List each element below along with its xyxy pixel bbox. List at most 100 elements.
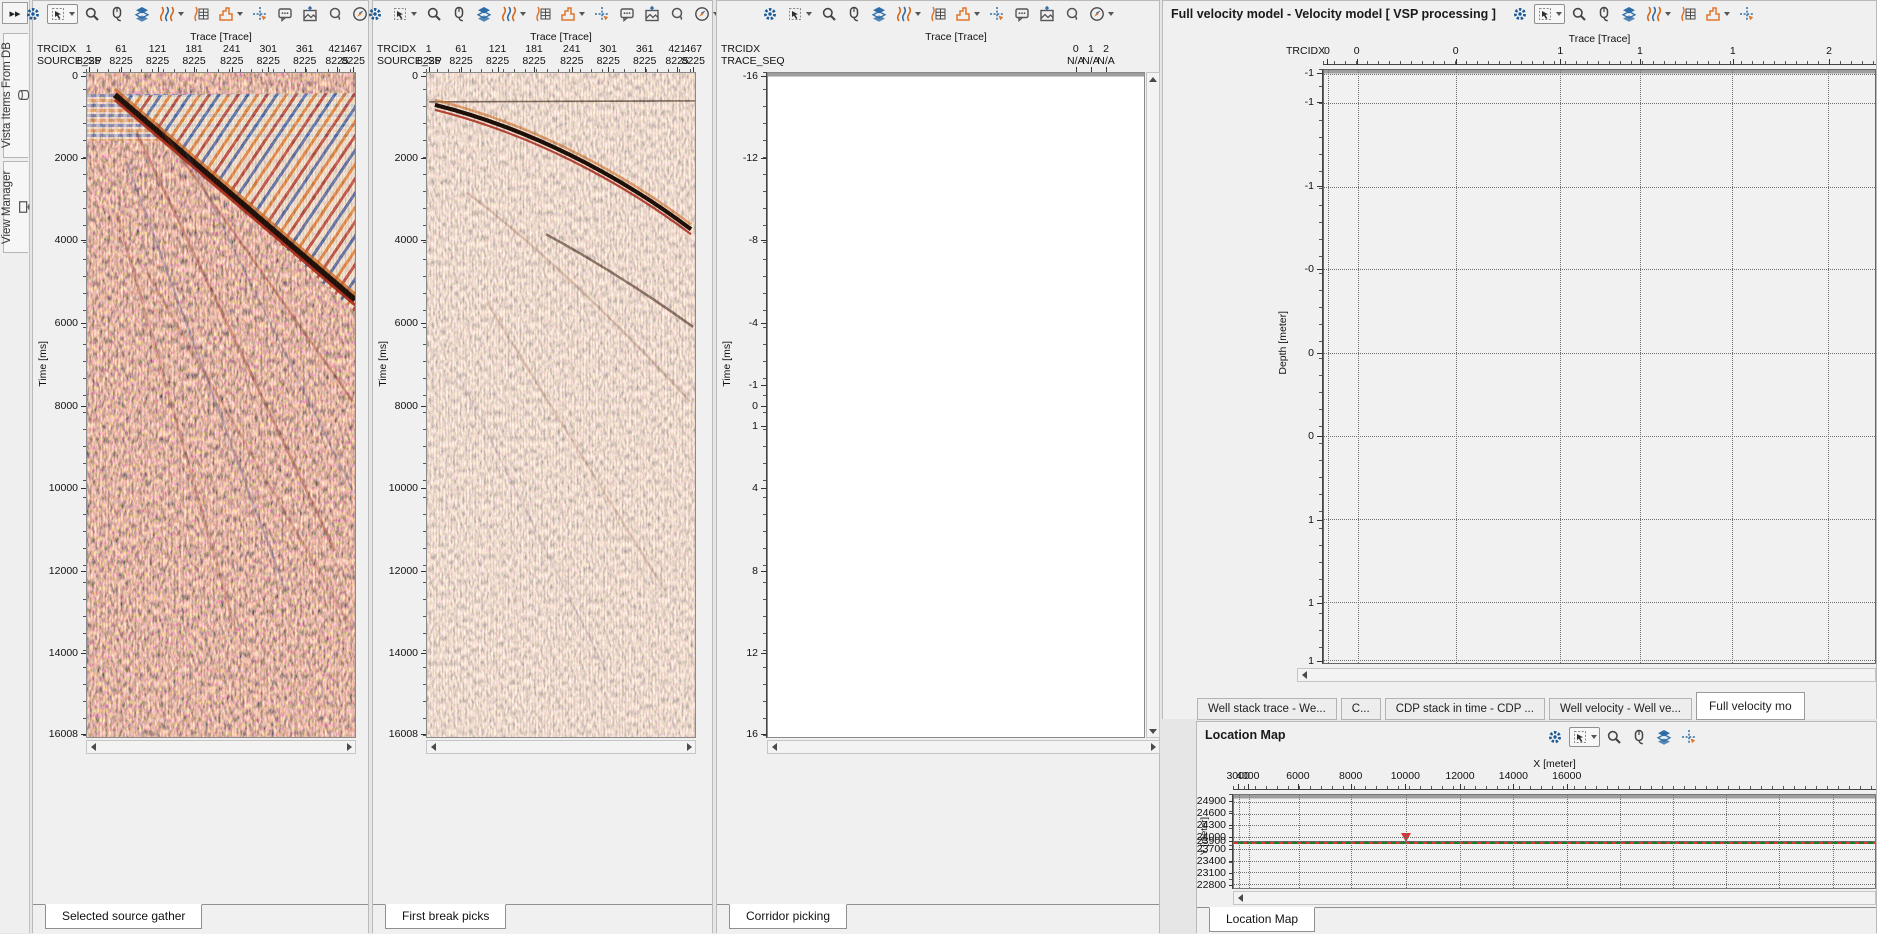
wiggle-options-button[interactable] — [893, 4, 924, 24]
mouse-tools-button[interactable] — [448, 4, 470, 24]
select-mode-button[interactable] — [1534, 4, 1565, 24]
header-plot-button[interactable] — [532, 4, 554, 24]
location-map-h-scrollbar[interactable] — [1233, 891, 1876, 905]
velocity-model-display[interactable] — [1323, 69, 1876, 664]
magnify-icon — [821, 6, 837, 22]
navigate-button[interactable] — [1086, 4, 1117, 24]
header-plot-button[interactable] — [190, 4, 212, 24]
scroll-down-button[interactable] — [1147, 725, 1159, 737]
view-tab-well-stack-trace-we[interactable]: Well stack trace - We... — [1197, 698, 1337, 720]
sidebar-tab-vista-items[interactable]: Vista Items From DB — [3, 33, 28, 158]
mouse-tools-button[interactable] — [106, 4, 128, 24]
tick-label: 14000 — [1499, 770, 1528, 782]
pick-cursor-button[interactable] — [1678, 727, 1700, 747]
tick-label: -1 — [1305, 96, 1314, 108]
scroll-up-button[interactable] — [1147, 73, 1159, 85]
settings-button[interactable] — [22, 4, 44, 24]
velocity-view-tabstrip: Well stack trace - We...C...CDP stack in… — [1197, 695, 1805, 720]
layers-button[interactable] — [1653, 727, 1675, 747]
magnify-button[interactable] — [818, 4, 840, 24]
magnify-button[interactable] — [81, 4, 103, 24]
location-map-display[interactable] — [1233, 794, 1876, 889]
pick-cursor-button[interactable] — [1736, 4, 1758, 24]
magnify-button[interactable] — [1568, 4, 1590, 24]
layers-button[interactable] — [131, 4, 153, 24]
wiggle-options-button[interactable] — [156, 4, 187, 24]
histogram-button[interactable] — [215, 4, 246, 24]
settings-button[interactable] — [364, 4, 386, 24]
sidebar-tab-view-manager[interactable]: View Manager — [3, 161, 28, 253]
annotate-button[interactable] — [1011, 4, 1033, 24]
panel2-h-scrollbar[interactable] — [426, 740, 696, 754]
layers-button[interactable] — [473, 4, 495, 24]
scroll-right-button[interactable] — [1147, 741, 1159, 753]
histogram-button[interactable] — [557, 4, 588, 24]
mouse-tools-button[interactable] — [1628, 727, 1650, 747]
settings-button[interactable] — [759, 4, 781, 24]
export-image-button[interactable] — [1036, 4, 1058, 24]
mouse-tools-button[interactable] — [1593, 4, 1615, 24]
tick-label: 361 — [296, 43, 314, 55]
panel1-h-scrollbar[interactable] — [86, 740, 356, 754]
plot-top-band — [768, 73, 1144, 77]
histogram-button[interactable] — [1702, 4, 1733, 24]
magnify-button[interactable] — [423, 4, 445, 24]
annotate-button[interactable] — [274, 4, 296, 24]
corridor-picking-display[interactable] — [767, 72, 1145, 738]
tab-corridor-picking[interactable]: Corridor picking — [729, 904, 847, 929]
panel3-v-scrollbar[interactable] — [1146, 72, 1160, 738]
tab-selected-source-gather[interactable]: Selected source gather — [45, 904, 202, 929]
magnify-button[interactable] — [1603, 727, 1625, 747]
export-image-button[interactable] — [641, 4, 663, 24]
select-mode-button[interactable] — [47, 4, 78, 24]
annotate-button[interactable] — [616, 4, 638, 24]
view-tab-c[interactable]: C... — [1341, 698, 1381, 720]
pick-cursor-button[interactable] — [591, 4, 613, 24]
scroll-right-button[interactable] — [343, 741, 355, 753]
view-tab-full-velocity-mo[interactable]: Full velocity mo — [1696, 692, 1805, 720]
locate-button[interactable] — [666, 4, 688, 24]
trace-axis-title: Trace [Trace] — [767, 31, 1145, 43]
wiggle-options-button[interactable] — [1643, 4, 1674, 24]
tick-label: 241 — [563, 43, 581, 55]
panel4-h-scrollbar[interactable] — [1297, 668, 1876, 682]
seismic-display-first-breaks[interactable] — [426, 72, 696, 738]
panel3-h-scrollbar[interactable] — [767, 740, 1160, 754]
mouse-tools-button[interactable] — [843, 4, 865, 24]
layers-button[interactable] — [1618, 4, 1640, 24]
gridline — [1234, 872, 1875, 873]
tab-first-break-picks[interactable]: First break picks — [385, 904, 506, 929]
tick-label: 1 — [752, 420, 758, 432]
scroll-left-button[interactable] — [87, 741, 99, 753]
header-plot-icon — [193, 6, 209, 22]
view-tab-cdp-stack-in-time-cdp[interactable]: CDP stack in time - CDP ... — [1385, 698, 1545, 720]
scroll-left-button[interactable] — [1234, 892, 1246, 904]
scroll-left-button[interactable] — [768, 741, 780, 753]
settings-button[interactable] — [1509, 4, 1531, 24]
select-mode-button[interactable] — [1569, 727, 1600, 747]
pick-cursor-button[interactable] — [249, 4, 271, 24]
histogram-button[interactable] — [952, 4, 983, 24]
select-mode-button[interactable] — [389, 4, 420, 24]
layers-button[interactable] — [868, 4, 890, 24]
locate-button[interactable] — [324, 4, 346, 24]
panel-first-break-picks: Trace [Trace] TRCIDX 1611211812413013614… — [372, 0, 713, 933]
wiggle-options-button[interactable] — [498, 4, 529, 24]
export-image-button[interactable] — [299, 4, 321, 24]
select-mode-button[interactable] — [784, 4, 815, 24]
settings-button[interactable] — [1544, 727, 1566, 747]
x-ruler: 300040006000800010000120001400016000 — [1233, 784, 1876, 790]
panel2-tabstrip: First break picks — [373, 904, 712, 934]
header-plot-button[interactable] — [1677, 4, 1699, 24]
scroll-right-button[interactable] — [683, 741, 695, 753]
header-plot-button[interactable] — [927, 4, 949, 24]
panel4-toolbar: Full velocity model - Velocity model [ V… — [1163, 1, 1876, 27]
view-tab-well-velocity-well-ve[interactable]: Well velocity - Well ve... — [1549, 698, 1692, 720]
locate-button[interactable] — [1061, 4, 1083, 24]
tab-location-map[interactable]: Location Map — [1209, 907, 1315, 932]
pick-cursor-button[interactable] — [986, 4, 1008, 24]
seismic-display-source-gather[interactable] — [86, 72, 356, 738]
tick-label: 241 — [223, 43, 241, 55]
scroll-left-button[interactable] — [427, 741, 439, 753]
scroll-left-button[interactable] — [1298, 669, 1310, 681]
